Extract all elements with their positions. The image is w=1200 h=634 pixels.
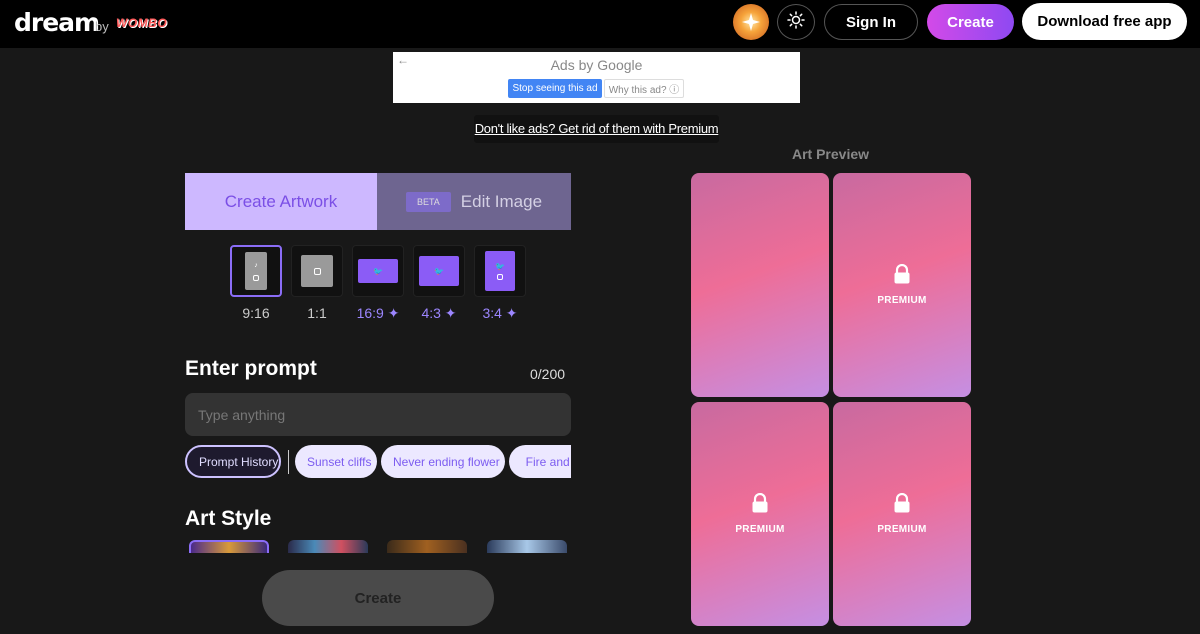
twitter-icon: 🐦 [358, 259, 398, 283]
brand-logo: WOMBO [116, 16, 168, 30]
preview-card [691, 173, 829, 397]
ratio-option-3-4[interactable]: 🐦 [474, 245, 526, 297]
header-create-button[interactable]: Create [927, 4, 1014, 40]
lock-icon [893, 263, 911, 289]
ad-title: Ads by Google [550, 57, 643, 73]
art-style-thumbnail[interactable] [189, 540, 269, 553]
lock-icon [893, 492, 911, 518]
art-style-heading: Art Style [185, 507, 272, 530]
sign-in-button[interactable]: Sign In [824, 4, 918, 40]
sun-icon [787, 10, 805, 34]
instagram-icon [301, 255, 333, 287]
stop-ad-button[interactable]: Stop seeing this ad [508, 79, 602, 98]
app-logo[interactable]: dream [14, 8, 100, 37]
why-ad-button[interactable]: Why this ad? ⓘ [604, 79, 684, 98]
tab-create-artwork[interactable]: Create Artwork [185, 173, 377, 230]
art-style-thumbnail[interactable] [487, 540, 567, 553]
ratio-label: 4:3 ✦ [421, 305, 457, 321]
top-bar: dream by WOMBO Sign In Create Download f… [0, 0, 1200, 48]
prompt-char-count: 0/200 [530, 366, 566, 382]
preview-card-premium[interactable]: PREMIUM [691, 402, 829, 626]
ratio-label: 16:9 ✦ [356, 305, 400, 321]
prompt-suggestions: Prompt History Sunset cliffs Never endin… [185, 445, 571, 480]
art-preview-title: Art Preview [791, 146, 870, 162]
ratio-option-16-9[interactable]: 🐦 [352, 245, 404, 297]
ratio-label: 9:16 [242, 305, 270, 321]
ratio-option-9-16[interactable]: ♪ [230, 245, 282, 297]
ratio-label: 3:4 ✦ [482, 305, 518, 321]
prompt-history-button[interactable]: Prompt History [185, 445, 281, 478]
remove-ads-link[interactable]: Don't like ads? Get rid of them with Pre… [474, 115, 719, 143]
twitter-instagram-icon: 🐦 [485, 251, 515, 291]
google-ad: ← Ads by Google Stop seeing this ad Why … [393, 52, 800, 103]
tab-edit-image[interactable]: BETA Edit Image [377, 173, 571, 230]
download-app-button[interactable]: Download free app [1022, 3, 1187, 40]
suggestion-chip[interactable]: Never ending flower [381, 445, 505, 478]
premium-label: PREMIUM [877, 524, 927, 535]
tiktok-icon: ♪ [245, 252, 267, 290]
premium-label: PREMIUM [735, 524, 785, 535]
prompt-input[interactable] [185, 393, 571, 436]
suggestion-chip[interactable]: Sunset cliffs [295, 445, 377, 478]
sparkle-avatar-icon[interactable] [733, 4, 769, 40]
ratio-option-4-3[interactable]: 🐦 [413, 245, 465, 297]
preview-card-premium[interactable]: PREMIUM [833, 173, 971, 397]
chip-divider [288, 450, 289, 474]
art-style-thumbnail[interactable] [387, 540, 467, 553]
prompt-heading: Enter prompt [185, 357, 317, 380]
ratio-option-1-1[interactable] [291, 245, 343, 297]
beta-badge: BETA [405, 191, 451, 212]
premium-label: PREMIUM [877, 295, 927, 306]
tab-edit-label: Edit Image [460, 191, 543, 211]
tab-create-label: Create Artwork [224, 191, 338, 211]
create-button[interactable]: Create [262, 570, 494, 626]
twitter-icon: 🐦 [419, 256, 459, 286]
preview-card-premium[interactable]: PREMIUM [833, 402, 971, 626]
suggestion-chip[interactable]: Fire and water [509, 445, 571, 478]
logo-by-text: by [95, 19, 109, 34]
theme-toggle-button[interactable] [777, 4, 815, 40]
ratio-label: 1:1 [307, 305, 327, 321]
art-style-thumbnail[interactable] [288, 540, 368, 553]
lock-icon [751, 492, 769, 518]
